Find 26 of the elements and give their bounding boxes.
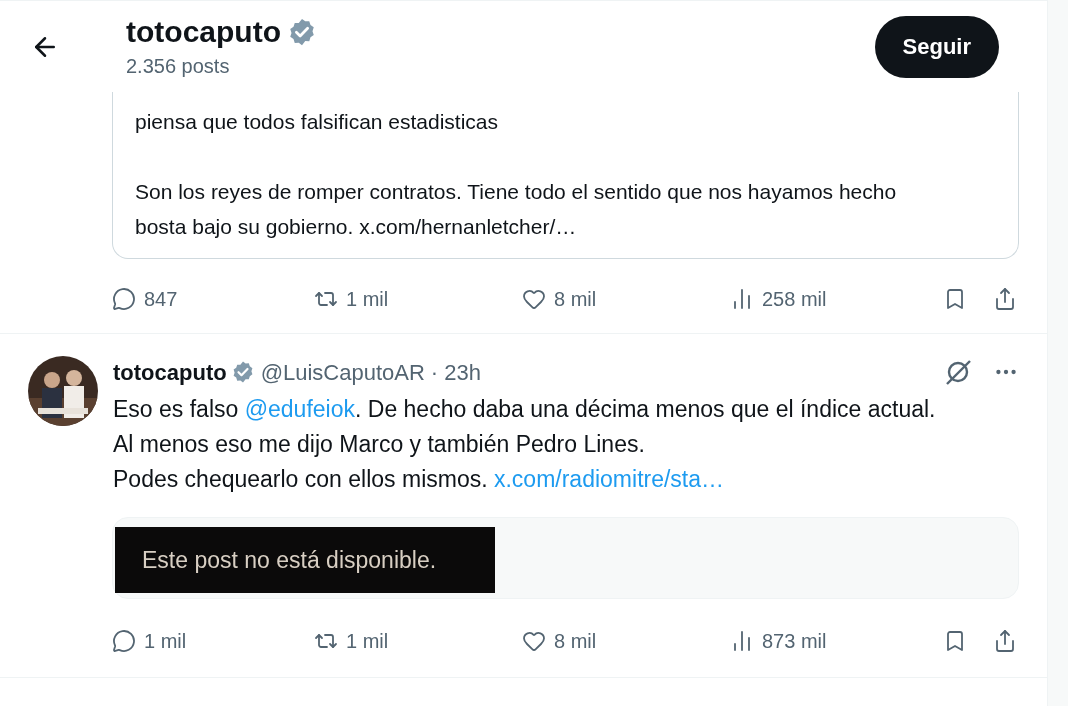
unavailable-notice: Este post no está disponible. — [115, 527, 495, 593]
posts-count: 2.356 posts — [126, 53, 231, 79]
speech-bubble-icon — [112, 629, 136, 653]
views-button[interactable]: 258 mil — [730, 284, 827, 314]
reply-button[interactable]: 847 — [112, 284, 178, 314]
speech-bubble-icon — [112, 287, 136, 311]
quoted-post-card[interactable]: piensa que todos falsifican estadisticas Son los reyes de romper contratos. Tiene todo el sentido que nos hayamos hecho bosta bajo su gobierno. x.com/hernanletcher/… — [112, 92, 1019, 259]
share-icon[interactable] — [993, 629, 1017, 653]
reply-button[interactable]: 1 mil — [112, 626, 187, 656]
post-time: · 23h — [430, 358, 481, 387]
quoted-post-text: Son los reyes de romper contratos. Tiene todo el sentido que nos hayamos hecho bosta bajo su gobierno. x.com/hernanletcher/… — [135, 179, 898, 240]
profile-name: totocaputo — [126, 14, 281, 50]
heart-icon — [522, 287, 546, 311]
author-handle[interactable]: @LuisCaputoAR — [260, 355, 425, 389]
like-button[interactable]: 8 mil — [522, 626, 597, 656]
repost-button[interactable]: 1 mil — [314, 284, 389, 314]
heart-icon — [522, 629, 546, 653]
quoted-post-text: piensa que todos falsifican estadisticas — [135, 109, 500, 135]
author-name[interactable]: totocaputo — [113, 355, 227, 389]
share-icon[interactable] — [993, 287, 1017, 311]
repost-button[interactable]: 1 mil — [314, 626, 389, 656]
post-text: Podes chequearlo con ellos mismos. x.com/radiomitre/sta… — [113, 465, 726, 494]
views-button[interactable]: 873 mil — [730, 626, 827, 656]
post-text: Eso es falso @edufeiok. De hecho daba una décima menos que el índice actual. Al menos eso me dijo Marco y también Pedro Lines. — [113, 395, 937, 459]
like-button[interactable]: 8 mil — [522, 284, 597, 314]
follow-button[interactable]: Seguir — [874, 15, 999, 78]
